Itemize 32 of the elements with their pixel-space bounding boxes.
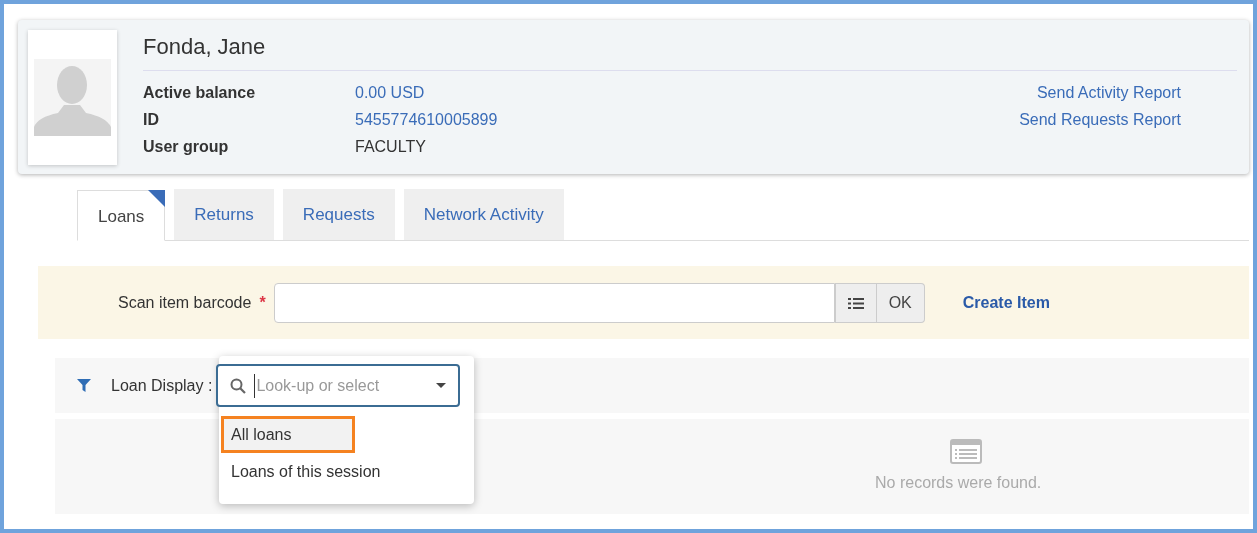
patron-name: Fonda, Jane — [143, 30, 1237, 71]
caret-icon — [436, 383, 447, 388]
tab[interactable]: Network Activity — [403, 189, 564, 240]
ok-button[interactable]: OK — [876, 282, 925, 323]
field-label: User group — [143, 137, 230, 157]
empty-list-icon — [950, 439, 982, 465]
corner-flag-icon — [148, 190, 166, 207]
field-value-link[interactable]: 0.00 USD — [355, 79, 425, 106]
create-item-link[interactable]: Create Item — [962, 290, 1050, 315]
field-value: FACULTY — [355, 137, 426, 157]
empty-message: No records were found. — [875, 473, 1042, 493]
tab[interactable]: Returns — [174, 189, 274, 240]
barcode-input[interactable] — [273, 282, 835, 323]
dropdown-option[interactable]: All loans — [221, 416, 355, 453]
field-label: Active balance — [143, 83, 257, 103]
list-button[interactable] — [834, 282, 877, 323]
lookup-combobox[interactable]: Look-up or select — [216, 364, 461, 407]
required-mark: * — [259, 292, 266, 313]
report-link[interactable]: Send Requests Report — [1019, 111, 1181, 128]
filter-icon — [77, 379, 91, 392]
field-value-link[interactable]: 5455774610005899 — [355, 106, 498, 133]
combobox-placeholder: Look-up or select — [254, 373, 437, 398]
list-icon — [847, 296, 864, 310]
field-label: ID — [143, 110, 160, 130]
dropdown-option[interactable]: Loans of this session — [219, 453, 474, 490]
avatar-icon — [34, 59, 111, 136]
field-label: Scan item barcode — [118, 292, 252, 313]
tab[interactable]: Requests — [282, 189, 395, 240]
report-link[interactable]: Send Activity Report — [1036, 84, 1181, 101]
search-icon — [230, 377, 247, 394]
filter-label: Loan Display : — [111, 375, 213, 396]
tab[interactable]: Loans — [77, 190, 166, 241]
